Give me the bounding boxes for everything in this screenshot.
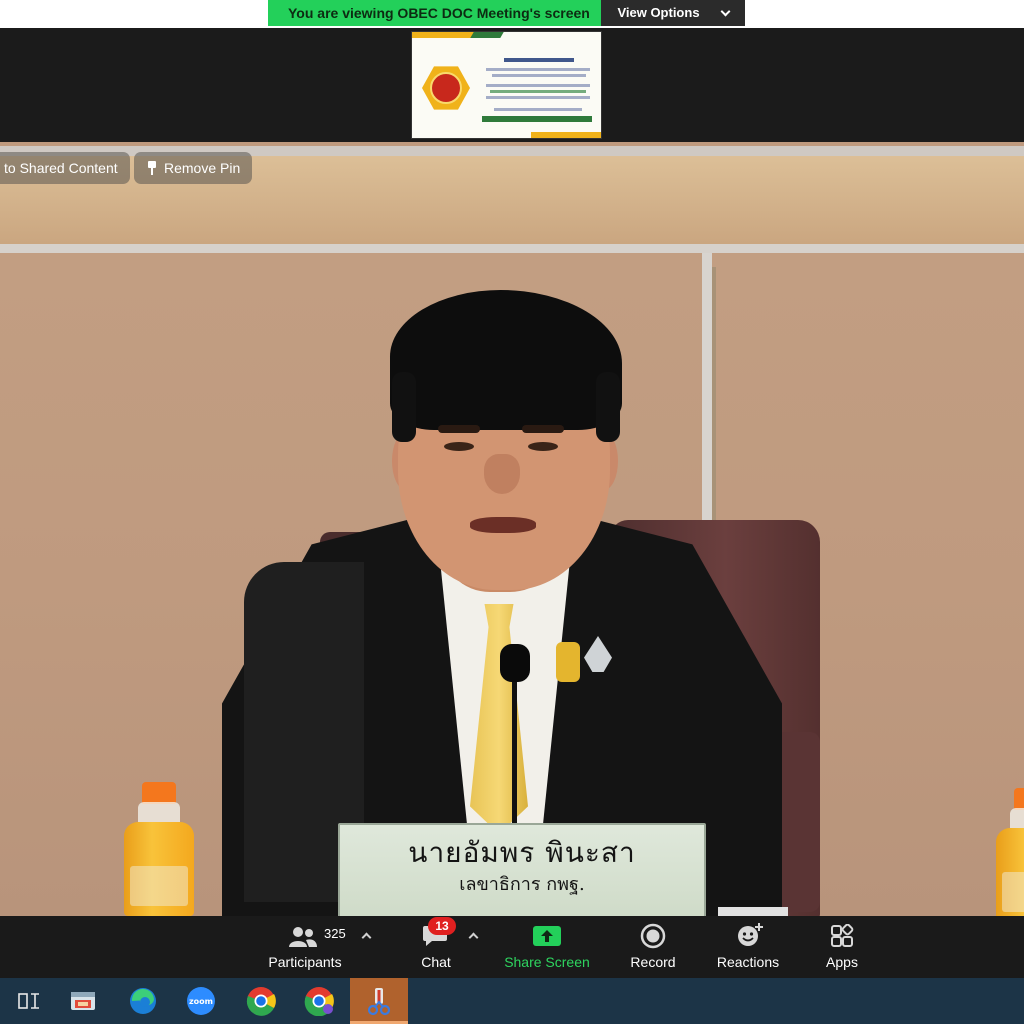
task-view-icon <box>18 993 39 1009</box>
speaker-hair <box>392 372 416 442</box>
chrome-profile-button[interactable] <box>290 978 348 1024</box>
wall-rail <box>0 244 1024 253</box>
snipping-tool-icon <box>367 988 391 1016</box>
microphone-icon <box>500 644 530 682</box>
obec-emblem-center <box>430 72 462 104</box>
file-explorer-button[interactable] <box>54 978 112 1024</box>
participants-count: 325 <box>324 926 346 941</box>
participants-caret-icon[interactable] <box>361 932 372 943</box>
slide-text-line <box>486 84 590 87</box>
record-button[interactable]: Record <box>622 916 684 978</box>
speaker-brow <box>522 425 564 433</box>
pin-icon <box>146 161 158 175</box>
zoom-icon: zoom <box>187 987 215 1015</box>
view-options-label: View Options <box>617 5 700 20</box>
slide-text-line <box>486 96 590 99</box>
participants-label: Participants <box>268 954 342 970</box>
apps-button[interactable]: Apps <box>816 916 868 978</box>
svg-text:zoom: zoom <box>189 997 213 1006</box>
shared-content-thumbnail[interactable] <box>411 31 602 139</box>
apps-icon <box>831 924 854 947</box>
meeting-toolbar: Participants 325 13 Chat Share Screen Re… <box>0 916 1024 978</box>
speaker-hair <box>596 372 620 442</box>
edge-button[interactable] <box>114 978 172 1024</box>
slide-text-line <box>494 108 582 111</box>
share-screen-icon <box>533 926 561 946</box>
file-explorer-icon <box>71 992 95 1010</box>
apps-label: Apps <box>826 954 858 970</box>
zoom-app-button[interactable]: zoom <box>172 978 230 1024</box>
slide-stripe <box>531 132 601 138</box>
chrome-profile-icon <box>304 987 334 1016</box>
speaker-eye <box>528 442 558 451</box>
chrome-button[interactable] <box>232 978 290 1024</box>
participants-icon <box>289 927 317 947</box>
remove-pin-label: Remove Pin <box>164 160 241 176</box>
record-icon <box>640 923 666 949</box>
juice-bottle <box>996 788 1024 916</box>
reactions-label: Reactions <box>716 954 780 970</box>
task-view-button[interactable] <box>0 978 58 1024</box>
screen-share-banner: You are viewing OBEC DOC Meeting's scree… <box>268 0 745 26</box>
slide-text-line <box>504 58 574 62</box>
zoom-meeting-window: You are viewing OBEC DOC Meeting's scree… <box>0 0 1024 1024</box>
record-label: Record <box>630 954 676 970</box>
chat-unread-badge: 13 <box>428 917 456 935</box>
lapel-pin-icon <box>556 642 580 682</box>
slide-date-bar <box>482 116 592 122</box>
share-screen-label: Share Screen <box>504 954 590 970</box>
switch-to-shared-content-label: to Shared Content <box>4 160 118 176</box>
switch-to-shared-content-button[interactable]: to Shared Content <box>0 152 130 184</box>
share-screen-button[interactable]: Share Screen <box>502 916 592 978</box>
edge-icon <box>130 988 156 1014</box>
slide-text-line <box>492 74 586 77</box>
windows-taskbar: zoom <box>0 978 1024 1024</box>
remove-pin-button[interactable]: Remove Pin <box>134 152 253 184</box>
slide-stripe <box>470 32 504 38</box>
speaker-hair <box>390 290 622 430</box>
speaker-nose <box>484 454 520 494</box>
speaker-nameplate: นายอัมพร พินะสา เลขาธิการ กพฐ. <box>338 823 706 916</box>
snipping-tool-button[interactable] <box>350 978 408 1024</box>
slide-text-line <box>490 90 586 93</box>
viewing-screen-label: You are viewing OBEC DOC Meeting's scree… <box>268 0 601 26</box>
nameplate-title: เลขาธิการ กพฐ. <box>459 874 585 895</box>
speaker-video: to Shared Content Remove Pin นายอัมพร พิ… <box>0 142 1024 916</box>
speaker-brow <box>438 425 480 433</box>
chat-button[interactable]: 13 Chat <box>410 916 462 978</box>
paper-sheet <box>718 907 788 916</box>
speaker-mouth <box>470 517 536 533</box>
chrome-icon <box>246 987 276 1016</box>
reactions-icon <box>738 923 763 946</box>
view-options-button[interactable]: View Options <box>601 0 745 26</box>
chevron-down-icon <box>720 6 730 16</box>
microphone-stem <box>512 672 517 832</box>
chat-caret-icon[interactable] <box>468 932 479 943</box>
juice-bottle <box>124 782 194 916</box>
slide-text-line <box>486 68 590 71</box>
chat-label: Chat <box>421 954 451 970</box>
reactions-button[interactable]: Reactions <box>712 916 784 978</box>
speaker-eye <box>444 442 474 451</box>
